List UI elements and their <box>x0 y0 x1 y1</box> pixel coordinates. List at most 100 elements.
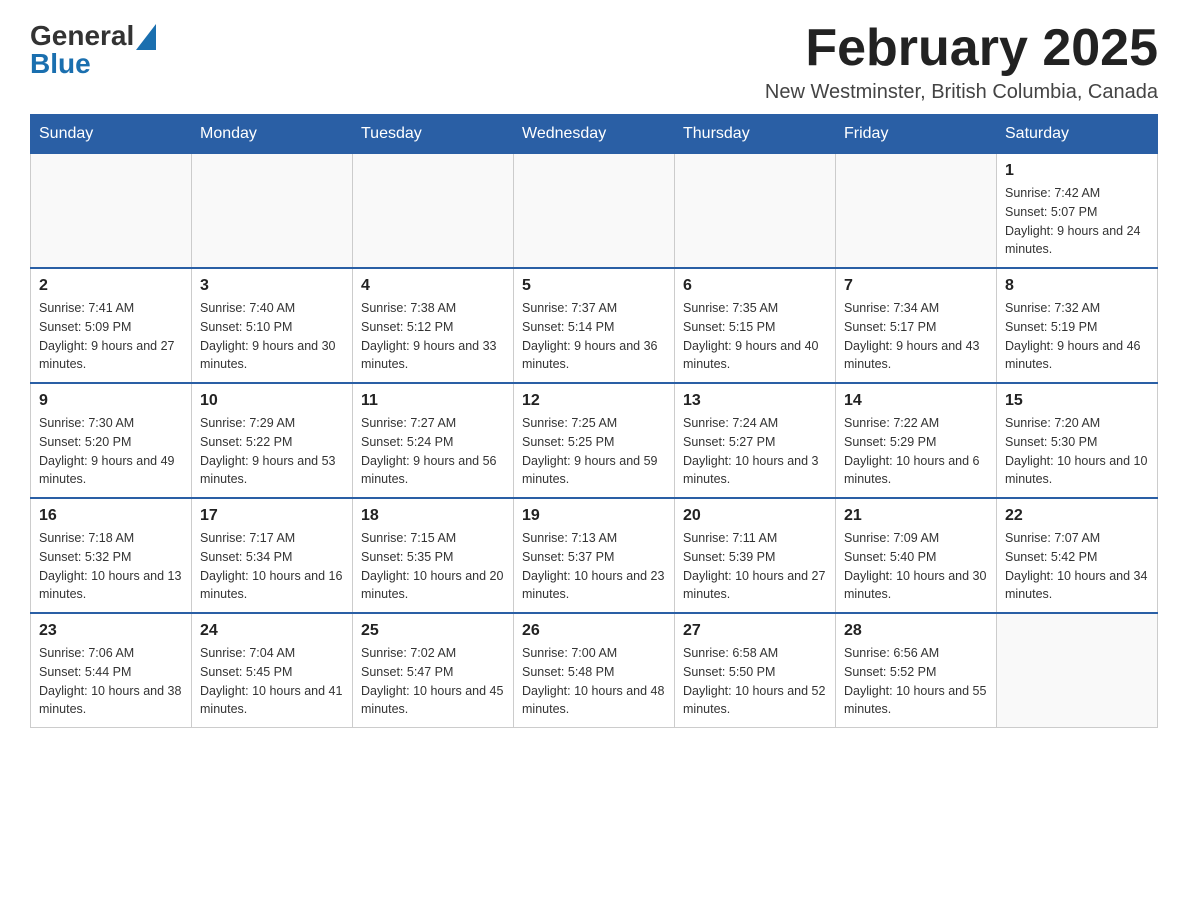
day-info: Sunrise: 7:32 AM Sunset: 5:19 PM Dayligh… <box>1005 299 1149 374</box>
day-info: Sunrise: 7:24 AM Sunset: 5:27 PM Dayligh… <box>683 414 827 489</box>
day-info: Sunrise: 6:58 AM Sunset: 5:50 PM Dayligh… <box>683 644 827 719</box>
day-info: Sunrise: 7:20 AM Sunset: 5:30 PM Dayligh… <box>1005 414 1149 489</box>
calendar-cell: 20Sunrise: 7:11 AM Sunset: 5:39 PM Dayli… <box>675 498 836 613</box>
calendar-cell: 26Sunrise: 7:00 AM Sunset: 5:48 PM Dayli… <box>514 613 675 728</box>
col-wednesday: Wednesday <box>514 115 675 154</box>
calendar-week-row: 1 Sunrise: 7:42 AM Sunset: 5:07 PM Daylig… <box>31 154 1158 269</box>
calendar-cell <box>353 154 514 269</box>
day-number: 21 <box>844 507 988 525</box>
day-number: 15 <box>1005 392 1149 410</box>
day-number: 23 <box>39 622 183 640</box>
day-number: 10 <box>200 392 344 410</box>
calendar-cell: 5 Sunrise: 7:37 AM Sunset: 5:14 PM Daylig… <box>514 268 675 383</box>
day-info: Sunrise: 7:22 AM Sunset: 5:29 PM Dayligh… <box>844 414 988 489</box>
day-info: Sunrise: 7:35 AM Sunset: 5:15 PM Dayligh… <box>683 299 827 374</box>
calendar-cell: 8 Sunrise: 7:32 AM Sunset: 5:19 PM Daylig… <box>997 268 1158 383</box>
day-number: 22 <box>1005 507 1149 525</box>
day-info: Sunrise: 7:13 AM Sunset: 5:37 PM Dayligh… <box>522 529 666 604</box>
day-number: 17 <box>200 507 344 525</box>
day-info: Sunrise: 7:40 AM Sunset: 5:10 PM Dayligh… <box>200 299 344 374</box>
calendar-week-row: 2 Sunrise: 7:41 AM Sunset: 5:09 PM Daylig… <box>31 268 1158 383</box>
day-number: 18 <box>361 507 505 525</box>
calendar-cell: 9 Sunrise: 7:30 AM Sunset: 5:20 PM Daylig… <box>31 383 192 498</box>
calendar-cell <box>836 154 997 269</box>
calendar-cell <box>675 154 836 269</box>
day-number: 6 <box>683 277 827 295</box>
day-number: 8 <box>1005 277 1149 295</box>
day-number: 24 <box>200 622 344 640</box>
day-number: 5 <box>522 277 666 295</box>
logo-blue-text: Blue <box>30 48 91 80</box>
calendar-cell: 21 Sunrise: 7:09 AM Sunset: 5:40 PM Dayli… <box>836 498 997 613</box>
calendar-cell: 24 Sunrise: 7:04 AM Sunset: 5:45 PM Dayli… <box>192 613 353 728</box>
calendar-cell: 28 Sunrise: 6:56 AM Sunset: 5:52 PM Dayli… <box>836 613 997 728</box>
calendar-cell: 18 Sunrise: 7:15 AM Sunset: 5:35 PM Dayli… <box>353 498 514 613</box>
day-number: 20 <box>683 507 827 525</box>
day-number: 1 <box>1005 162 1149 180</box>
day-number: 16 <box>39 507 183 525</box>
calendar-cell: 4 Sunrise: 7:38 AM Sunset: 5:12 PM Daylig… <box>353 268 514 383</box>
col-thursday: Thursday <box>675 115 836 154</box>
calendar-cell <box>514 154 675 269</box>
day-info: Sunrise: 7:29 AM Sunset: 5:22 PM Dayligh… <box>200 414 344 489</box>
title-section: February 2025 New Westminster, British C… <box>765 20 1158 104</box>
day-info: Sunrise: 7:30 AM Sunset: 5:20 PM Dayligh… <box>39 414 183 489</box>
day-info: Sunrise: 7:09 AM Sunset: 5:40 PM Dayligh… <box>844 529 988 604</box>
calendar-cell: 17Sunrise: 7:17 AM Sunset: 5:34 PM Dayli… <box>192 498 353 613</box>
day-info: Sunrise: 7:42 AM Sunset: 5:07 PM Dayligh… <box>1005 184 1149 259</box>
day-info: Sunrise: 7:18 AM Sunset: 5:32 PM Dayligh… <box>39 529 183 604</box>
calendar-cell: 6 Sunrise: 7:35 AM Sunset: 5:15 PM Daylig… <box>675 268 836 383</box>
col-friday: Friday <box>836 115 997 154</box>
day-info: Sunrise: 7:07 AM Sunset: 5:42 PM Dayligh… <box>1005 529 1149 604</box>
location-text: New Westminster, British Columbia, Canad… <box>765 81 1158 104</box>
calendar-week-row: 16 Sunrise: 7:18 AM Sunset: 5:32 PM Dayli… <box>31 498 1158 613</box>
calendar-cell: 22 Sunrise: 7:07 AM Sunset: 5:42 PM Dayli… <box>997 498 1158 613</box>
calendar-table: Sunday Monday Tuesday Wednesday Thursday… <box>30 114 1158 728</box>
day-number: 11 <box>361 392 505 410</box>
day-info: Sunrise: 7:25 AM Sunset: 5:25 PM Dayligh… <box>522 414 666 489</box>
day-number: 26 <box>522 622 666 640</box>
calendar-cell <box>31 154 192 269</box>
day-info: Sunrise: 7:34 AM Sunset: 5:17 PM Dayligh… <box>844 299 988 374</box>
col-tuesday: Tuesday <box>353 115 514 154</box>
col-monday: Monday <box>192 115 353 154</box>
day-number: 19 <box>522 507 666 525</box>
page-header: General Blue February 2025 New Westminst… <box>30 20 1158 104</box>
day-info: Sunrise: 7:06 AM Sunset: 5:44 PM Dayligh… <box>39 644 183 719</box>
calendar-cell: 12Sunrise: 7:25 AM Sunset: 5:25 PM Dayli… <box>514 383 675 498</box>
logo-triangle-icon <box>136 24 156 50</box>
day-info: Sunrise: 7:41 AM Sunset: 5:09 PM Dayligh… <box>39 299 183 374</box>
day-number: 2 <box>39 277 183 295</box>
month-title: February 2025 <box>765 20 1158 77</box>
day-info: Sunrise: 7:38 AM Sunset: 5:12 PM Dayligh… <box>361 299 505 374</box>
calendar-cell: 25 Sunrise: 7:02 AM Sunset: 5:47 PM Dayli… <box>353 613 514 728</box>
calendar-cell: 1 Sunrise: 7:42 AM Sunset: 5:07 PM Daylig… <box>997 154 1158 269</box>
day-number: 14 <box>844 392 988 410</box>
day-info: Sunrise: 7:02 AM Sunset: 5:47 PM Dayligh… <box>361 644 505 719</box>
day-number: 25 <box>361 622 505 640</box>
calendar-week-row: 9 Sunrise: 7:30 AM Sunset: 5:20 PM Daylig… <box>31 383 1158 498</box>
calendar-header-row: Sunday Monday Tuesday Wednesday Thursday… <box>31 115 1158 154</box>
calendar-cell: 15 Sunrise: 7:20 AM Sunset: 5:30 PM Dayli… <box>997 383 1158 498</box>
day-info: Sunrise: 7:37 AM Sunset: 5:14 PM Dayligh… <box>522 299 666 374</box>
calendar-cell: 19 Sunrise: 7:13 AM Sunset: 5:37 PM Dayli… <box>514 498 675 613</box>
day-number: 4 <box>361 277 505 295</box>
calendar-cell <box>192 154 353 269</box>
col-saturday: Saturday <box>997 115 1158 154</box>
calendar-cell: 3Sunrise: 7:40 AM Sunset: 5:10 PM Daylig… <box>192 268 353 383</box>
calendar-cell: 13 Sunrise: 7:24 AM Sunset: 5:27 PM Dayli… <box>675 383 836 498</box>
day-number: 9 <box>39 392 183 410</box>
day-number: 27 <box>683 622 827 640</box>
day-info: Sunrise: 7:27 AM Sunset: 5:24 PM Dayligh… <box>361 414 505 489</box>
calendar-cell: 16 Sunrise: 7:18 AM Sunset: 5:32 PM Dayli… <box>31 498 192 613</box>
calendar-cell: 14 Sunrise: 7:22 AM Sunset: 5:29 PM Dayli… <box>836 383 997 498</box>
col-sunday: Sunday <box>31 115 192 154</box>
day-info: Sunrise: 7:15 AM Sunset: 5:35 PM Dayligh… <box>361 529 505 604</box>
calendar-cell: 27 Sunrise: 6:58 AM Sunset: 5:50 PM Dayli… <box>675 613 836 728</box>
day-info: Sunrise: 7:04 AM Sunset: 5:45 PM Dayligh… <box>200 644 344 719</box>
day-number: 28 <box>844 622 988 640</box>
calendar-cell: 23 Sunrise: 7:06 AM Sunset: 5:44 PM Dayli… <box>31 613 192 728</box>
day-number: 13 <box>683 392 827 410</box>
day-info: Sunrise: 6:56 AM Sunset: 5:52 PM Dayligh… <box>844 644 988 719</box>
logo: General Blue <box>30 20 156 80</box>
